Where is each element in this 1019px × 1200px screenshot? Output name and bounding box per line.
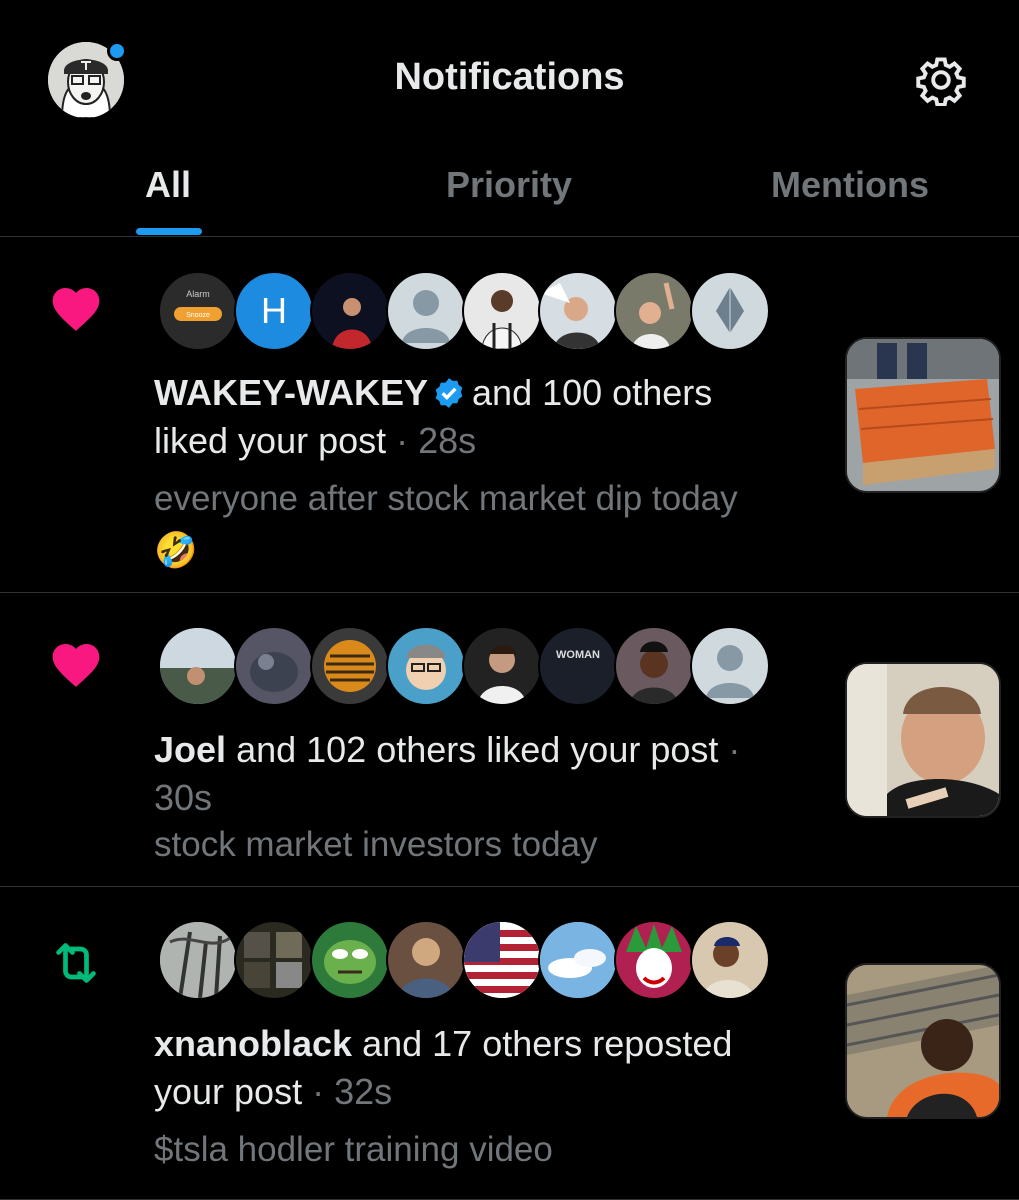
avatar[interactable] [614,920,694,1000]
action-text: and 17 others reposted [362,1023,733,1064]
post-snippet: everyone after stock market dip today [154,479,738,518]
notification-item[interactable]: xnanoblack and 17 others reposted your p… [0,887,1019,1200]
avatar[interactable]: WOMAN [538,626,618,706]
avatar[interactable] [462,920,542,1000]
action-text-2: liked your post [154,420,387,461]
action-text: and 100 others [472,372,713,413]
liker-avatars: WOMAN [158,626,778,706]
avatar[interactable] [386,626,466,706]
avatar[interactable] [690,920,770,1000]
avatar[interactable] [538,920,618,1000]
actor-name: Joel [154,729,227,770]
timestamp: 32s [334,1071,393,1112]
avatar[interactable] [690,271,770,351]
repost-icon [48,935,104,991]
avatar-shirt-text: WOMAN [556,649,600,661]
avatar-snooze-text: Snooze [186,312,210,319]
avatar[interactable] [538,271,618,351]
top-bar: Notifications [0,0,1019,160]
action-text-2: your post [154,1071,303,1112]
timestamp: 28s [418,420,477,461]
avatar[interactable] [158,626,238,706]
post-thumbnail[interactable] [845,662,1001,818]
page-title: Notifications [394,56,625,98]
timestamp: 30s [154,777,213,818]
tab-all[interactable]: All [145,164,191,206]
notification-text: WAKEY-WAKEY and 100 others liked your pos… [154,372,713,461]
notification-text: Joel and 102 others liked your post · 30… [154,729,741,818]
avatar[interactable] [234,626,314,706]
notification-tabs: All Priority Mentions [0,160,1019,237]
post-snippet: stock market investors today [154,825,598,864]
notification-item[interactable]: WOMAN Joel and 102 others liked your pos… [0,593,1019,887]
heart-icon [48,637,104,693]
liker-avatars: Alarm Snooze H [158,271,778,351]
avatar[interactable] [158,920,238,1000]
reposter-avatars [158,920,778,1000]
avatar[interactable] [614,626,694,706]
post-thumbnail[interactable] [845,963,1001,1119]
actor-name: xnanoblack [154,1023,353,1064]
avatar[interactable] [234,920,314,1000]
action-text: and 102 others liked your post [236,729,719,770]
avatar[interactable] [690,626,770,706]
post-thumbnail[interactable] [845,337,1001,493]
avatar-alarm-text: Alarm [186,289,210,299]
avatar[interactable] [386,920,466,1000]
avatar[interactable] [462,271,542,351]
avatar[interactable] [310,626,390,706]
notification-item[interactable]: Alarm Snooze H WAKEY-WAKEY and 100 others [0,237,1019,593]
avatar[interactable]: Alarm Snooze [158,271,238,351]
post-snippet-emoji: 🤣 [154,531,198,570]
heart-icon [48,281,104,337]
verified-badge-icon [435,378,463,408]
actor-name: WAKEY-WAKEY [154,372,429,413]
avatar-letter: H [261,290,287,331]
avatar[interactable] [614,271,694,351]
avatar[interactable] [310,271,390,351]
avatar[interactable]: H [234,271,314,351]
avatar[interactable] [310,920,390,1000]
tab-mentions[interactable]: Mentions [771,164,929,206]
tab-priority[interactable]: Priority [446,164,572,206]
post-snippet: $tsla hodler training video [154,1130,553,1169]
gear-icon[interactable] [915,54,967,107]
active-tab-indicator [136,228,202,235]
avatar[interactable] [462,626,542,706]
avatar[interactable] [386,271,466,351]
notification-text: xnanoblack and 17 others reposted your p… [154,1023,733,1112]
